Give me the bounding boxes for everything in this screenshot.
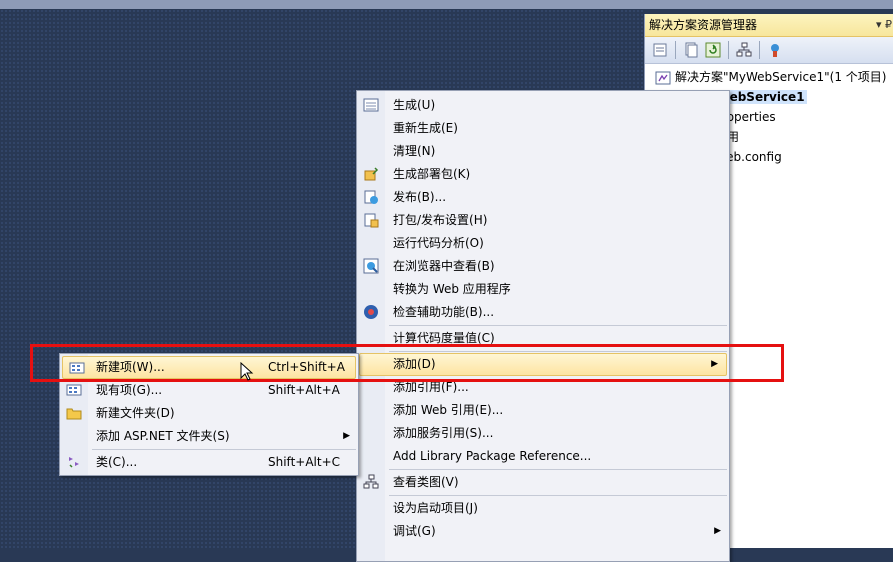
submenu-arrow-icon: ▶ [714,526,721,536]
accessibility-icon [363,304,379,320]
menu-item-debug[interactable]: 调试(G) ▶ [357,520,729,543]
project-context-menu: 生成(U) 重新生成(E) 清理(N) 生成部署包(K) 发布(B)... 打包… [356,90,730,562]
submenu-item-class[interactable]: 类(C)... Shift+Alt+C [60,451,358,474]
menu-item-run-code-analysis[interactable]: 运行代码分析(O) [357,232,729,255]
menu-item-clean[interactable]: 清理(N) [357,140,729,163]
submenu-item-add-aspnet-folder[interactable]: 添加 ASP.NET 文件夹(S) ▶ [60,425,358,448]
menu-separator [389,495,727,496]
menu-item-convert-to-web-app[interactable]: 转换为 Web 应用程序 [357,278,729,301]
class-diagram-icon [363,474,379,490]
panel-pin-buttons[interactable]: ▾ ₽ [876,14,892,36]
browser-view-icon [363,258,379,274]
existing-item-icon [66,382,82,398]
shortcut-text: Shift+Alt+A [268,383,340,397]
menu-item-add-service-reference[interactable]: 添加服务引用(S)... [357,422,729,445]
properties-tool-icon[interactable] [651,41,669,59]
toolbar-separator [675,41,676,59]
menu-item-build-deploy-package[interactable]: 生成部署包(K) [357,163,729,186]
show-all-files-icon[interactable] [682,41,700,59]
menu-item-view-in-browser[interactable]: 在浏览器中查看(B) [357,255,729,278]
package-settings-icon [363,212,379,228]
menu-item-add-library-package-reference[interactable]: Add Library Package Reference... [357,445,729,468]
solution-icon [655,70,671,86]
copy-website-icon[interactable] [766,41,784,59]
menu-item-set-startup-project[interactable]: 设为启动项目(J) [357,497,729,520]
menu-item-rebuild[interactable]: 重新生成(E) [357,117,729,140]
solution-explorer-toolbar [645,37,893,64]
submenu-item-new-folder[interactable]: 新建文件夹(D) [60,402,358,425]
solution-explorer-title: 解决方案资源管理器 [649,18,758,32]
submenu-arrow-icon: ▶ [343,431,350,441]
new-folder-icon [66,405,82,421]
menu-item-view-class-diagram[interactable]: 查看类图(V) [357,471,729,494]
menu-item-add-web-reference[interactable]: 添加 Web 引用(E)... [357,399,729,422]
menu-separator [92,449,356,450]
menu-item-publish[interactable]: 发布(B)... [357,186,729,209]
solution-explorer-title-bar: 解决方案资源管理器 ▾ ₽ [645,14,893,37]
annotation-highlight-box [30,344,784,382]
menu-separator [389,325,727,326]
toolbar-separator [759,41,760,59]
menu-item-package-publish-settings[interactable]: 打包/发布设置(H) [357,209,729,232]
shortcut-text: Shift+Alt+C [268,455,341,469]
submenu-item-existing-item[interactable]: 现有项(G)... Shift+Alt+A [60,379,358,402]
publish-icon [363,189,379,205]
toolbar-separator [728,41,729,59]
tree-node-solution[interactable]: 解决方案"MyWebService1"(1 个项目) [645,67,893,87]
mouse-cursor-icon [240,362,254,381]
build-icon [363,97,379,113]
deploy-package-icon [363,166,379,182]
refresh-icon[interactable] [704,41,722,59]
menu-separator [389,469,727,470]
menu-item-build[interactable]: 生成(U) [357,94,729,117]
class-diagram-tool-icon[interactable] [735,41,753,59]
menu-item-check-accessibility[interactable]: 检查辅助功能(B)... [357,301,729,324]
class-icon [66,454,82,470]
ide-top-strip [0,0,893,9]
